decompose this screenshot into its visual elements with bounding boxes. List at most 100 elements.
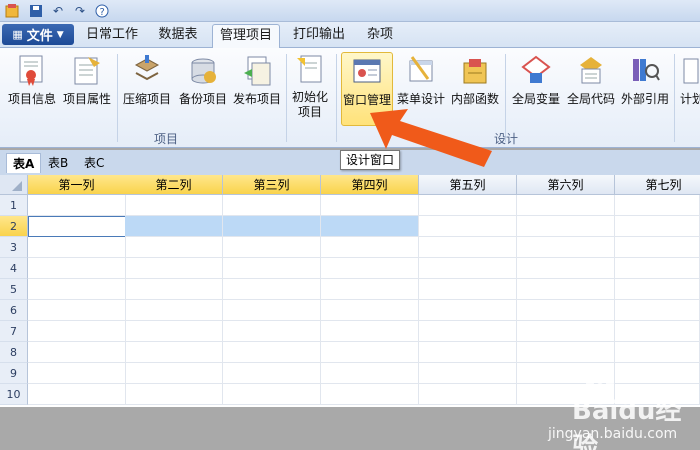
help-icon[interactable]: ? — [94, 3, 110, 19]
grid-cell[interactable] — [125, 363, 223, 384]
tab-manage-project[interactable]: 管理项目 — [212, 24, 280, 48]
grid-cell[interactable] — [223, 342, 321, 363]
global-variable-button[interactable]: 全局变量 — [508, 52, 564, 118]
project-info-button[interactable]: 项目信息 — [4, 52, 60, 118]
grid-cell[interactable] — [125, 216, 223, 237]
grid-cell[interactable] — [615, 279, 700, 300]
grid-corner[interactable] — [0, 175, 28, 195]
grid-cell[interactable] — [321, 300, 419, 321]
row-header[interactable]: 7 — [0, 321, 28, 342]
column-header[interactable]: 第二列 — [125, 175, 223, 195]
row-header[interactable]: 4 — [0, 258, 28, 279]
grid-cell[interactable] — [321, 195, 419, 216]
grid-cell[interactable] — [125, 195, 223, 216]
grid-cell[interactable] — [321, 342, 419, 363]
grid-cell[interactable] — [223, 237, 321, 258]
grid-cell[interactable] — [615, 258, 700, 279]
grid-cell[interactable] — [223, 300, 321, 321]
grid-cell[interactable] — [517, 216, 615, 237]
grid-cell[interactable] — [517, 279, 615, 300]
grid-cell[interactable] — [419, 300, 517, 321]
column-header[interactable]: 第三列 — [223, 175, 321, 195]
grid-cell[interactable] — [517, 195, 615, 216]
compress-project-button[interactable]: 压缩项目 — [120, 52, 174, 118]
publish-project-button[interactable]: 发布项目 — [230, 52, 284, 118]
grid-cell[interactable] — [223, 258, 321, 279]
grid-cell[interactable] — [125, 258, 223, 279]
grid-cell[interactable] — [321, 258, 419, 279]
grid-cell[interactable] — [321, 216, 419, 237]
grid-cell[interactable] — [321, 363, 419, 384]
column-header[interactable]: 第五列 — [419, 175, 517, 195]
tab-print-output[interactable]: 打印输出 — [288, 24, 350, 48]
grid-cell[interactable] — [28, 363, 126, 384]
init-project-button[interactable]: 初始化 项目 — [288, 52, 332, 119]
grid-cell[interactable] — [223, 216, 321, 237]
grid-cell[interactable] — [321, 279, 419, 300]
grid-cell[interactable] — [321, 384, 419, 405]
row-header[interactable]: 2 — [0, 216, 28, 237]
tab-misc[interactable]: 杂项 — [360, 24, 400, 48]
row-header[interactable]: 9 — [0, 363, 28, 384]
grid-cell[interactable] — [615, 237, 700, 258]
grid-cell[interactable] — [419, 237, 517, 258]
file-menu-button[interactable]: ▦ 文件 ▼ — [2, 24, 74, 45]
sheet-tab-a[interactable]: 表A — [6, 153, 42, 173]
tab-data-table[interactable]: 数据表 — [150, 24, 206, 48]
row-header[interactable]: 8 — [0, 342, 28, 363]
row-header[interactable]: 1 — [0, 195, 28, 216]
undo-icon[interactable]: ↶ — [50, 3, 66, 19]
global-code-button[interactable]: 全局代码 — [564, 52, 618, 118]
project-properties-button[interactable]: 项目属性 — [60, 52, 114, 118]
grid-cell[interactable] — [28, 279, 126, 300]
grid-cell[interactable] — [223, 321, 321, 342]
grid-cell[interactable] — [125, 300, 223, 321]
grid-cell[interactable] — [223, 279, 321, 300]
grid-cell[interactable] — [28, 321, 126, 342]
grid-cell[interactable] — [419, 258, 517, 279]
grid-cell[interactable] — [419, 384, 517, 405]
grid-cell[interactable] — [223, 195, 321, 216]
grid-cell[interactable] — [28, 384, 126, 405]
grid-cell[interactable] — [615, 342, 700, 363]
grid-cell[interactable] — [223, 363, 321, 384]
grid-cell[interactable] — [419, 216, 517, 237]
external-reference-button[interactable]: 外部引用 — [618, 52, 672, 118]
sheet-tab-c[interactable]: 表C — [78, 153, 110, 173]
grid-cell[interactable] — [28, 300, 126, 321]
grid-cell[interactable] — [125, 384, 223, 405]
row-header[interactable]: 5 — [0, 279, 28, 300]
grid-cell[interactable] — [517, 258, 615, 279]
grid-cell[interactable] — [125, 279, 223, 300]
backup-project-button[interactable]: 备份项目 — [176, 52, 230, 118]
grid-cell[interactable] — [125, 321, 223, 342]
grid-cell[interactable] — [28, 237, 126, 258]
grid-cell[interactable] — [223, 384, 321, 405]
grid-cell[interactable] — [321, 237, 419, 258]
column-header[interactable]: 第七列 — [615, 175, 700, 195]
grid-cell[interactable] — [28, 258, 126, 279]
row-header[interactable]: 3 — [0, 237, 28, 258]
sheet-tab-b[interactable]: 表B — [42, 153, 74, 173]
grid-cell[interactable] — [125, 342, 223, 363]
grid-cell[interactable] — [517, 342, 615, 363]
grid-cell[interactable] — [419, 363, 517, 384]
column-header[interactable]: 第一列 — [28, 175, 126, 195]
redo-icon[interactable]: ↷ — [72, 3, 88, 19]
column-header[interactable]: 第六列 — [517, 175, 615, 195]
tab-daily-work[interactable]: 日常工作 — [80, 24, 144, 48]
grid-cell[interactable] — [125, 237, 223, 258]
grid-cell[interactable] — [419, 195, 517, 216]
grid-cell[interactable] — [615, 195, 700, 216]
save-icon[interactable] — [28, 3, 44, 19]
grid-cell[interactable] — [517, 321, 615, 342]
row-header[interactable]: 10 — [0, 384, 28, 405]
column-header[interactable]: 第四列 — [321, 175, 419, 195]
grid-cell[interactable] — [321, 321, 419, 342]
grid-cell[interactable] — [517, 300, 615, 321]
grid-cell[interactable] — [615, 216, 700, 237]
grid-cell[interactable] — [419, 279, 517, 300]
grid-cell[interactable] — [28, 195, 126, 216]
grid-cell[interactable] — [615, 300, 700, 321]
plan-button[interactable]: 计划 — [678, 52, 700, 118]
